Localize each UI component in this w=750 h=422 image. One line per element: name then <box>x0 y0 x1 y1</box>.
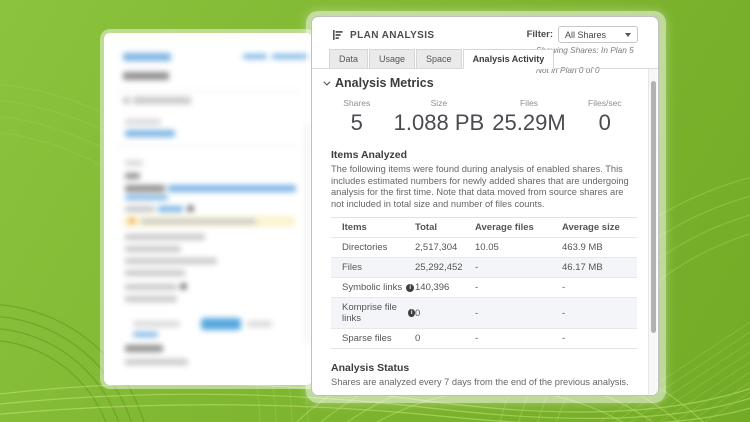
analysis-metrics-toggle[interactable]: Analysis Metrics <box>323 76 648 90</box>
blurred-text <box>141 219 256 224</box>
blurred-text <box>125 284 177 290</box>
table-row-komprise-file-links: Komprise file links i 0 - - <box>331 297 637 328</box>
chevron-down-icon <box>323 78 331 86</box>
blurred-content <box>104 33 312 385</box>
page-title: PLAN ANALYSIS <box>350 29 435 41</box>
table-row-directories: Directories 2,517,304 10.05 463.9 MB <box>331 237 637 257</box>
blurred-link <box>123 53 171 61</box>
blurred-warning-icon <box>129 218 135 224</box>
blurred-text <box>247 321 272 327</box>
section-title: Analysis Metrics <box>335 76 434 90</box>
metric-size: Size 1.088 PB <box>393 98 485 135</box>
metric-shares: Shares 5 <box>343 98 371 135</box>
panel-scrollbar[interactable] <box>648 69 657 394</box>
blurred-text <box>133 321 180 327</box>
table-row-sparse-files: Sparse files 0 - - <box>331 328 637 348</box>
blurred-dialog-body <box>104 33 312 385</box>
blurred-list-item <box>125 270 185 276</box>
blurred-heading <box>125 345 163 352</box>
filter-label: Filter: <box>526 29 553 40</box>
blurred-link <box>243 54 267 59</box>
filter-selected-value: All Shares <box>565 29 607 40</box>
blurred-icon <box>123 97 130 104</box>
items-analyzed-description: The following items were found during an… <box>331 164 629 209</box>
panel-header: PLAN ANALYSIS <box>332 29 434 41</box>
metric-files-per-sec: Files/sec 0 <box>588 98 622 135</box>
blurred-link <box>158 206 183 212</box>
table-row-files: Files 25,292,452 - 46.17 MB <box>331 257 637 277</box>
blurred-text <box>125 119 161 125</box>
bar-chart-icon <box>333 30 343 40</box>
blurred-link <box>168 185 296 192</box>
plan-analysis-panel-body: PLAN ANALYSIS Filter: All Shares Showing… <box>311 16 659 396</box>
analysis-status-heading: Analysis Status <box>331 362 410 374</box>
tab-content: Analysis Metrics Shares 5 Size 1.088 PB … <box>312 69 648 395</box>
items-analyzed-table: Items Total Average files Average size D… <box>331 217 637 349</box>
caret-down-icon <box>625 32 631 37</box>
tab-data[interactable]: Data <box>329 49 369 69</box>
blurred-text <box>133 97 191 104</box>
blurred-list-item <box>125 258 217 264</box>
blurred-info-icon <box>180 283 187 290</box>
tab-space[interactable]: Space <box>416 49 462 69</box>
scrollbar-thumb[interactable] <box>651 81 656 333</box>
filter-control: Filter: All Shares <box>527 26 638 43</box>
metric-files: Files 25.29M <box>492 98 566 135</box>
plan-analysis-panel: PLAN ANALYSIS Filter: All Shares Showing… <box>306 11 666 403</box>
blurred-text <box>125 359 188 365</box>
blurred-link <box>125 130 175 137</box>
blurred-link <box>125 195 168 200</box>
blurred-link <box>272 54 310 59</box>
blurred-text <box>125 206 155 212</box>
table-row-symbolic-links: Symbolic links i 140,396 - - <box>331 277 637 297</box>
analysis-status-description: Shares are analyzed every 7 days from th… <box>331 377 629 387</box>
blurred-text <box>125 173 140 179</box>
blurred-label <box>125 160 143 166</box>
tab-analysis-activity[interactable]: Analysis Activity <box>462 49 555 69</box>
blurred-list-item <box>125 246 181 252</box>
blurred-divider <box>118 146 300 147</box>
blurred-dialog <box>100 29 316 389</box>
blurred-link <box>133 332 158 337</box>
blurred-text <box>125 185 165 192</box>
tab-bar: Data Usage Space Analysis Activity <box>312 49 658 69</box>
metrics-row: Shares 5 Size 1.088 PB Files 25.29M File… <box>322 98 638 136</box>
blurred-info-icon <box>187 205 194 212</box>
table-header-row: Items Total Average files Average size <box>342 222 620 233</box>
blurred-divider <box>118 91 300 92</box>
blurred-heading <box>123 72 169 80</box>
blurred-list-item <box>125 234 205 240</box>
tab-usage[interactable]: Usage <box>369 49 416 69</box>
items-analyzed-heading: Items Analyzed <box>331 149 408 161</box>
blurred-primary-button <box>201 318 241 330</box>
shares-filter-dropdown[interactable]: All Shares <box>558 26 638 43</box>
blurred-text <box>125 296 177 302</box>
info-icon[interactable]: i <box>406 283 415 292</box>
